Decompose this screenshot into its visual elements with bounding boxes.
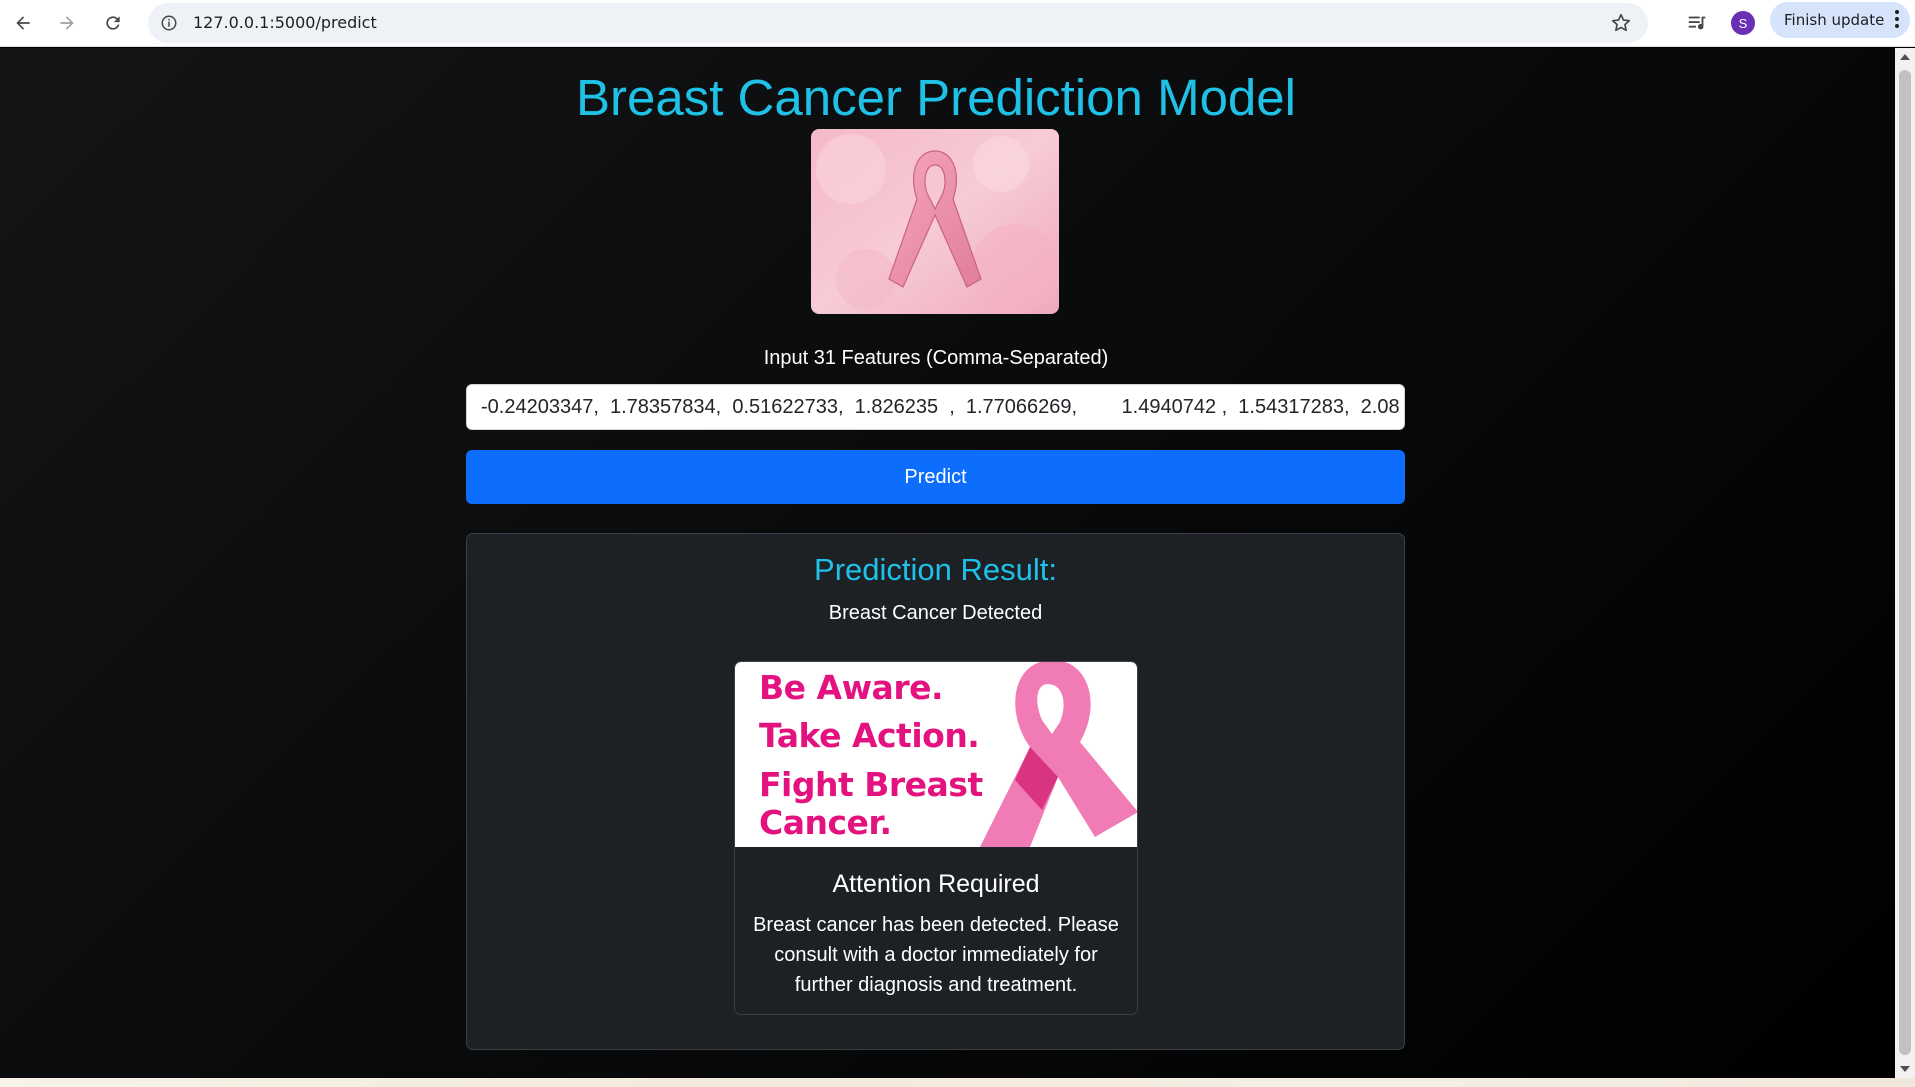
pink-ribbon-image bbox=[811, 129, 1059, 314]
result-heading: Prediction Result: bbox=[814, 552, 1057, 587]
scroll-up-arrow-icon[interactable] bbox=[1900, 54, 1910, 60]
arrow-right-icon bbox=[60, 16, 74, 30]
features-input-label: Input 31 Features (Comma-Separated) bbox=[763, 347, 1109, 369]
bookmark-star-icon[interactable] bbox=[1608, 10, 1634, 36]
address-bar[interactable]: 127.0.0.1:5000/predict bbox=[148, 3, 1648, 43]
attention-card: Be Aware. Take Action. Fight Breast Canc… bbox=[734, 661, 1138, 1015]
url-text[interactable]: 127.0.0.1:5000/predict bbox=[193, 13, 377, 32]
site-info-icon[interactable] bbox=[158, 12, 180, 34]
arrow-left-icon bbox=[16, 16, 30, 30]
banner-line-2: Take Action. bbox=[759, 716, 980, 755]
prediction-result-card: Prediction Result: Breast Cancer Detecte… bbox=[466, 533, 1405, 1050]
result-text: Breast Cancer Detected bbox=[828, 602, 1043, 624]
more-menu-icon[interactable] bbox=[1894, 10, 1900, 30]
taskbar-edge bbox=[0, 1078, 1915, 1087]
finish-update-label: Finish update bbox=[1784, 11, 1885, 29]
reload-button[interactable] bbox=[96, 6, 130, 40]
scrollbar-thumb[interactable] bbox=[1899, 70, 1911, 1055]
attention-text: Breast cancer has been detected. Please … bbox=[753, 914, 1119, 996]
vertical-scrollbar[interactable] bbox=[1895, 48, 1915, 1078]
features-input[interactable]: -0.24203347, 1.78357834, 0.51622733, 1.8… bbox=[466, 384, 1405, 430]
back-button[interactable] bbox=[6, 6, 40, 40]
banner-line-1: Be Aware. bbox=[759, 668, 944, 707]
profile-avatar[interactable]: S bbox=[1731, 11, 1755, 35]
page-viewport: Breast Cancer Prediction Model Input 31 … bbox=[0, 48, 1895, 1078]
reload-icon bbox=[106, 16, 120, 30]
banner-line-4: Cancer. bbox=[759, 803, 892, 842]
page-title: Breast Cancer Prediction Model bbox=[575, 69, 1296, 126]
banner-line-3: Fight Breast bbox=[759, 765, 983, 804]
media-queue-icon[interactable] bbox=[1681, 7, 1713, 39]
awareness-banner-image: Be Aware. Take Action. Fight Breast Canc… bbox=[735, 662, 1137, 847]
scroll-down-arrow-icon[interactable] bbox=[1900, 1066, 1910, 1072]
ribbon-graphic bbox=[980, 662, 1137, 847]
browser-toolbar: 127.0.0.1:5000/predict S Finish update bbox=[0, 0, 1915, 47]
attention-title: Attention Required bbox=[832, 870, 1040, 898]
predict-button[interactable]: Predict bbox=[466, 450, 1405, 504]
finish-update-button[interactable]: Finish update bbox=[1770, 2, 1910, 38]
forward-button[interactable] bbox=[50, 6, 84, 40]
